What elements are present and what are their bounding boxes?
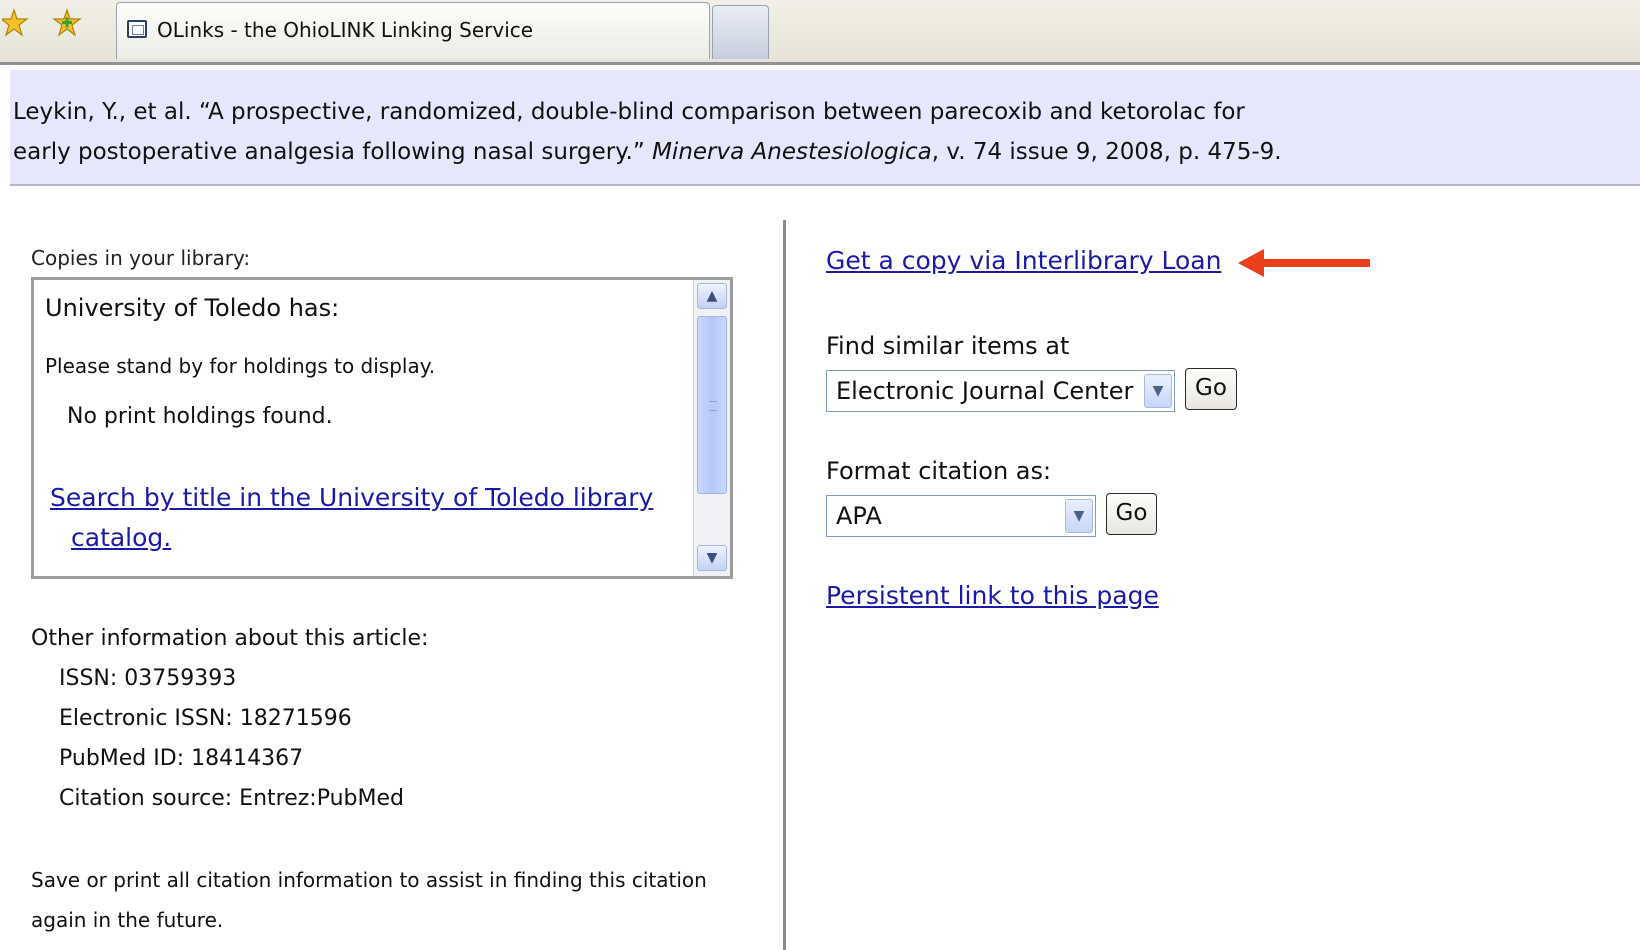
catalog-search-link-line1: Search by title in the University of Tol…	[50, 483, 654, 512]
issn: ISSN: 03759393	[59, 666, 237, 691]
star-icon[interactable]	[2, 8, 32, 38]
new-tab-button[interactable]	[712, 5, 769, 59]
electronic-issn: Electronic ISSN: 18271596	[59, 706, 352, 731]
browser-tab-strip: OLinks - the OhioLINK Linking Service	[0, 0, 1640, 65]
red-arrow-icon	[1238, 249, 1370, 277]
citation-source: Citation source: Entrez:PubMed	[59, 786, 404, 811]
chevron-down-icon[interactable]: ▼	[1144, 374, 1172, 408]
citation-details: , v. 74 issue 9, 2008, p. 475-9.	[931, 139, 1282, 165]
column-divider	[783, 220, 786, 950]
tab-olinks[interactable]: OLinks - the OhioLINK Linking Service	[116, 2, 710, 59]
similar-items-selected: Electronic Journal Center	[836, 377, 1134, 405]
holdings-content: University of Toledo has: Please stand b…	[34, 280, 694, 576]
holdings-standby: Please stand by for holdings to display.	[45, 354, 436, 378]
format-go-button[interactable]: Go	[1106, 493, 1157, 535]
pubmed-id: PubMed ID: 18414367	[59, 746, 304, 771]
citation-line-2: early postoperative analgesia following …	[13, 132, 1640, 172]
interlibrary-loan-link[interactable]: Get a copy via Interlibrary Loan	[826, 246, 1221, 275]
format-citation-select[interactable]: APA ▼	[826, 495, 1096, 537]
persistent-link[interactable]: Persistent link to this page	[826, 581, 1159, 610]
save-note: Save or print all citation information t…	[31, 868, 707, 932]
tab-title: OLinks - the OhioLINK Linking Service	[157, 18, 534, 42]
scroll-down-icon[interactable]: ▼	[697, 545, 727, 571]
scrollbar-thumb[interactable]	[697, 316, 727, 494]
similar-go-button[interactable]: Go	[1185, 368, 1237, 410]
holdings-title: University of Toledo has:	[45, 294, 340, 322]
copies-label: Copies in your library:	[31, 246, 251, 270]
catalog-search-link[interactable]: Search by title in the University of Tol…	[50, 478, 690, 558]
format-citation-selected: APA	[836, 502, 882, 530]
catalog-search-link-line2: catalog.	[71, 523, 172, 552]
citation-line-1: Leykin, Y., et al. “A prospective, rando…	[13, 99, 1245, 125]
other-info-label: Other information about this article:	[31, 626, 429, 651]
chevron-down-icon[interactable]: ▼	[1065, 499, 1093, 533]
holdings-scrollbar[interactable]: ▲ ▼	[693, 280, 730, 576]
similar-items-select[interactable]: Electronic Journal Center ▼	[826, 370, 1175, 412]
citation-banner: Leykin, Y., et al. “A prospective, rando…	[10, 70, 1640, 186]
page-favicon-icon	[127, 20, 147, 38]
citation-journal: Minerva Anestesiologica	[652, 139, 932, 165]
format-citation-label: Format citation as:	[826, 457, 1052, 485]
citation-title-cont: early postoperative analgesia following …	[13, 139, 645, 165]
similar-items-label: Find similar items at	[826, 332, 1070, 360]
scroll-up-icon[interactable]: ▲	[697, 283, 727, 309]
holdings-box: University of Toledo has: Please stand b…	[31, 277, 733, 579]
holdings-no-print: No print holdings found.	[67, 404, 333, 429]
bookmarks-star-icon[interactable]	[52, 8, 82, 38]
